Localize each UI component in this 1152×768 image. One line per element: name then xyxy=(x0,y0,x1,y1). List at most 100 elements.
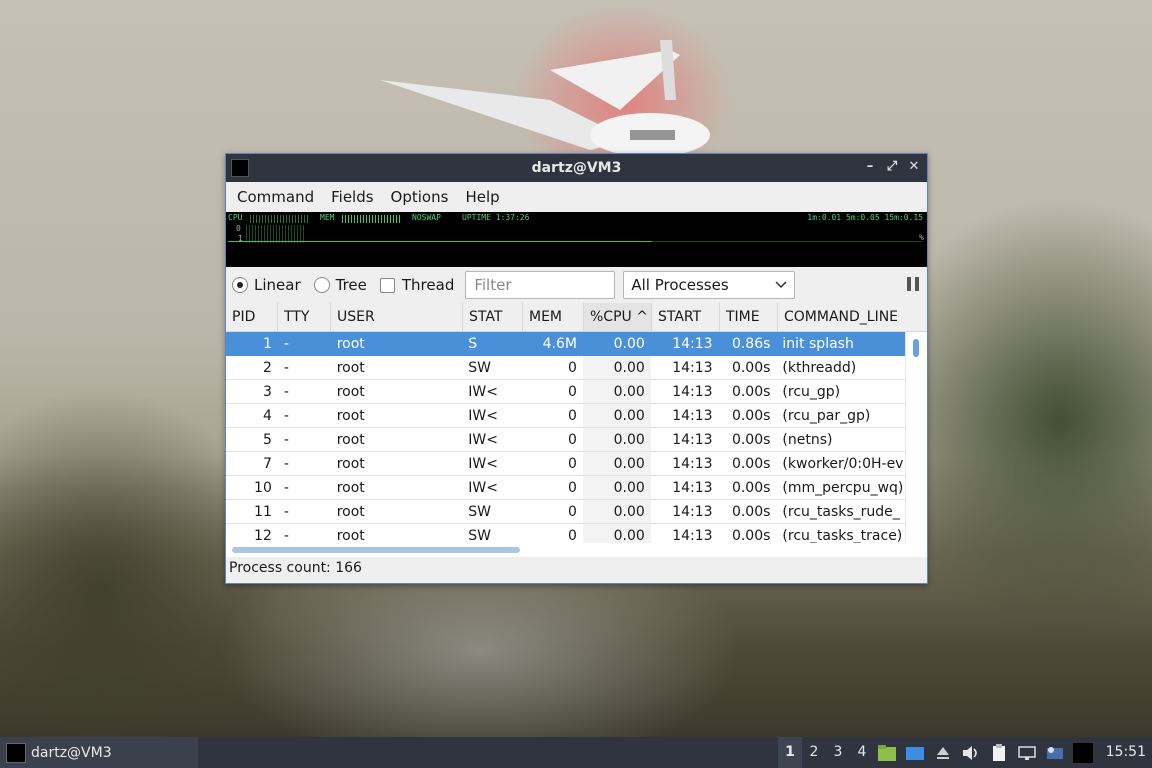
filter-input[interactable] xyxy=(465,271,616,299)
cell-cpu: 0.00 xyxy=(582,524,651,543)
menu-fields[interactable]: Fields xyxy=(324,182,380,212)
process-filter-select[interactable]: All Processes xyxy=(623,271,796,299)
tree-radio-indicator[interactable] xyxy=(313,277,330,293)
minimize-button[interactable]: – xyxy=(863,158,877,176)
cell-user: root xyxy=(336,360,365,376)
cell-tty: - xyxy=(283,456,289,472)
thread-checkbox-label: Thread xyxy=(401,276,455,294)
vertical-scrollbar[interactable] xyxy=(905,332,927,543)
cell-stat: SW xyxy=(468,360,492,376)
column-header-command-line[interactable]: COMMAND_LINE xyxy=(778,303,919,331)
close-button[interactable]: ✕ xyxy=(907,158,921,176)
workspace-1[interactable]: 1 xyxy=(778,737,802,768)
column-header-user[interactable]: USER xyxy=(331,303,463,331)
linear-radio-indicator[interactable] xyxy=(232,277,248,293)
cell-time: 0.00s xyxy=(731,456,771,472)
airplane-wallpaper-image xyxy=(380,40,710,157)
cell-time: 0.00s xyxy=(731,528,771,543)
workspace-3[interactable]: 3 xyxy=(826,737,850,768)
load-average: 1m:0.01 5m:0.05 15m:0.15 xyxy=(807,213,923,222)
cell-stat: IW< xyxy=(468,480,498,496)
table-row[interactable]: 11- root SW 0 0.00 14:13 0.00s (rcu_tasks_rude_ xyxy=(226,500,906,524)
horizontal-scrollbar-thumb[interactable] xyxy=(232,547,520,553)
cpu-graph-baseline xyxy=(652,241,922,242)
cell-user: root xyxy=(336,504,365,520)
cell-mem: 0 xyxy=(568,360,577,376)
uptime-label: UPTIME 1:37:26 xyxy=(462,213,530,222)
cell-time: 0.00s xyxy=(731,504,771,520)
clipboard-icon[interactable] xyxy=(988,743,1010,763)
cell-pid: 12 xyxy=(254,528,272,543)
cpu-meter-bars xyxy=(250,215,308,223)
cell-command-line: (rcu_tasks_trace) xyxy=(782,528,903,543)
column-header-stat[interactable]: STAT xyxy=(463,303,523,331)
table-row[interactable]: 10- root IW< 0 0.00 14:13 0.00s (mm_percpu_wq) xyxy=(226,476,906,500)
cell-pid: 3 xyxy=(262,384,272,400)
column-header-pid[interactable]: PID xyxy=(226,303,278,331)
cell-time: 0.00s xyxy=(731,432,771,448)
eject-icon[interactable] xyxy=(932,743,954,763)
thread-checkbox[interactable]: Thread xyxy=(379,276,455,294)
cell-tty: - xyxy=(283,432,289,448)
workspace-4[interactable]: 4 xyxy=(850,737,874,768)
cell-cpu: 0.00 xyxy=(582,476,651,499)
horizontal-scrollbar[interactable] xyxy=(226,543,927,557)
table-row[interactable]: 1- root S 4.6M 0.00 14:13 0.86s init splash xyxy=(226,332,906,356)
clock: 15:51 xyxy=(1105,744,1146,760)
table-row[interactable]: 3- root IW< 0 0.00 14:13 0.00s (rcu_gp) xyxy=(226,380,906,404)
cell-start: 14:13 xyxy=(672,360,713,376)
column-header-time[interactable]: TIME xyxy=(720,303,778,331)
table-row[interactable]: 5- root IW< 0 0.00 14:13 0.00s (netns) xyxy=(226,428,906,452)
tree-radio[interactable]: Tree xyxy=(313,276,367,294)
window-titlebar[interactable]: dartz@VM3 – ⤢ ✕ xyxy=(226,154,927,182)
mem-meter-label: MEM xyxy=(320,213,335,222)
cell-start: 14:13 xyxy=(672,456,713,472)
file-manager-icon[interactable] xyxy=(876,743,898,763)
cell-time: 0.00s xyxy=(731,384,771,400)
tree-radio-label: Tree xyxy=(335,276,367,294)
cell-start: 14:13 xyxy=(672,336,713,352)
mem-meter-bars xyxy=(342,215,400,223)
menu-command[interactable]: Command xyxy=(230,182,321,212)
cell-command-line: (kthreadd) xyxy=(782,360,857,376)
workspace-2[interactable]: 2 xyxy=(802,737,826,768)
table-row[interactable]: 4- root IW< 0 0.00 14:13 0.00s (rcu_par_gp) xyxy=(226,404,906,428)
table-row[interactable]: 12- root SW 0 0.00 14:13 0.00s (rcu_tasks_trace… xyxy=(226,524,906,543)
notification-icon[interactable] xyxy=(1044,743,1066,763)
table-header: PID TTY USER STAT MEM %CPU ^ START TIME … xyxy=(226,303,927,332)
taskbar-window-title: dartz@VM3 xyxy=(31,744,112,761)
cell-time: 0.00s xyxy=(731,360,771,376)
column-header-start[interactable]: START xyxy=(652,303,720,331)
process-filter-value: All Processes xyxy=(631,276,729,294)
menu-options[interactable]: Options xyxy=(384,182,456,212)
network-icon[interactable] xyxy=(1016,743,1038,763)
cell-mem: 0 xyxy=(568,408,577,424)
noswap-label: NOSWAP xyxy=(412,213,441,222)
maximize-button[interactable]: ⤢ xyxy=(885,158,899,176)
process-manager-window: dartz@VM3 – ⤢ ✕ Command Fields Options H… xyxy=(225,153,928,584)
vertical-scrollbar-thumb[interactable] xyxy=(913,339,919,357)
terminal-tray-icon[interactable] xyxy=(1072,742,1094,763)
pause-icon[interactable] xyxy=(907,277,919,291)
thread-checkbox-box[interactable] xyxy=(379,277,395,293)
cell-mem: 0 xyxy=(568,384,577,400)
table-row[interactable]: 7- root IW< 0 0.00 14:13 0.00s (kworker/0:0H-ev xyxy=(226,452,906,476)
desktop-folder-icon[interactable] xyxy=(904,743,926,763)
cell-command-line: init splash xyxy=(782,336,854,352)
volume-icon[interactable] xyxy=(960,743,982,763)
cell-mem: 0 xyxy=(568,432,577,448)
linear-radio[interactable]: Linear xyxy=(232,276,301,294)
column-header-cpu[interactable]: %CPU ^ xyxy=(584,303,652,331)
taskbar-window-button[interactable]: dartz@VM3 xyxy=(0,737,198,768)
cell-cpu: 0.00 xyxy=(582,500,651,523)
cell-user: root xyxy=(336,480,365,496)
menu-help[interactable]: Help xyxy=(458,182,506,212)
cell-cpu: 0.00 xyxy=(582,404,651,427)
cell-cpu: 0.00 xyxy=(582,356,651,379)
column-header-tty[interactable]: TTY xyxy=(278,303,331,331)
system-tray xyxy=(876,737,1094,768)
cell-command-line: (mm_percpu_wq) xyxy=(782,480,904,496)
column-header-mem[interactable]: MEM xyxy=(523,303,584,331)
cell-stat: IW< xyxy=(468,408,498,424)
table-row[interactable]: 2- root SW 0 0.00 14:13 0.00s (kthreadd) xyxy=(226,356,906,380)
